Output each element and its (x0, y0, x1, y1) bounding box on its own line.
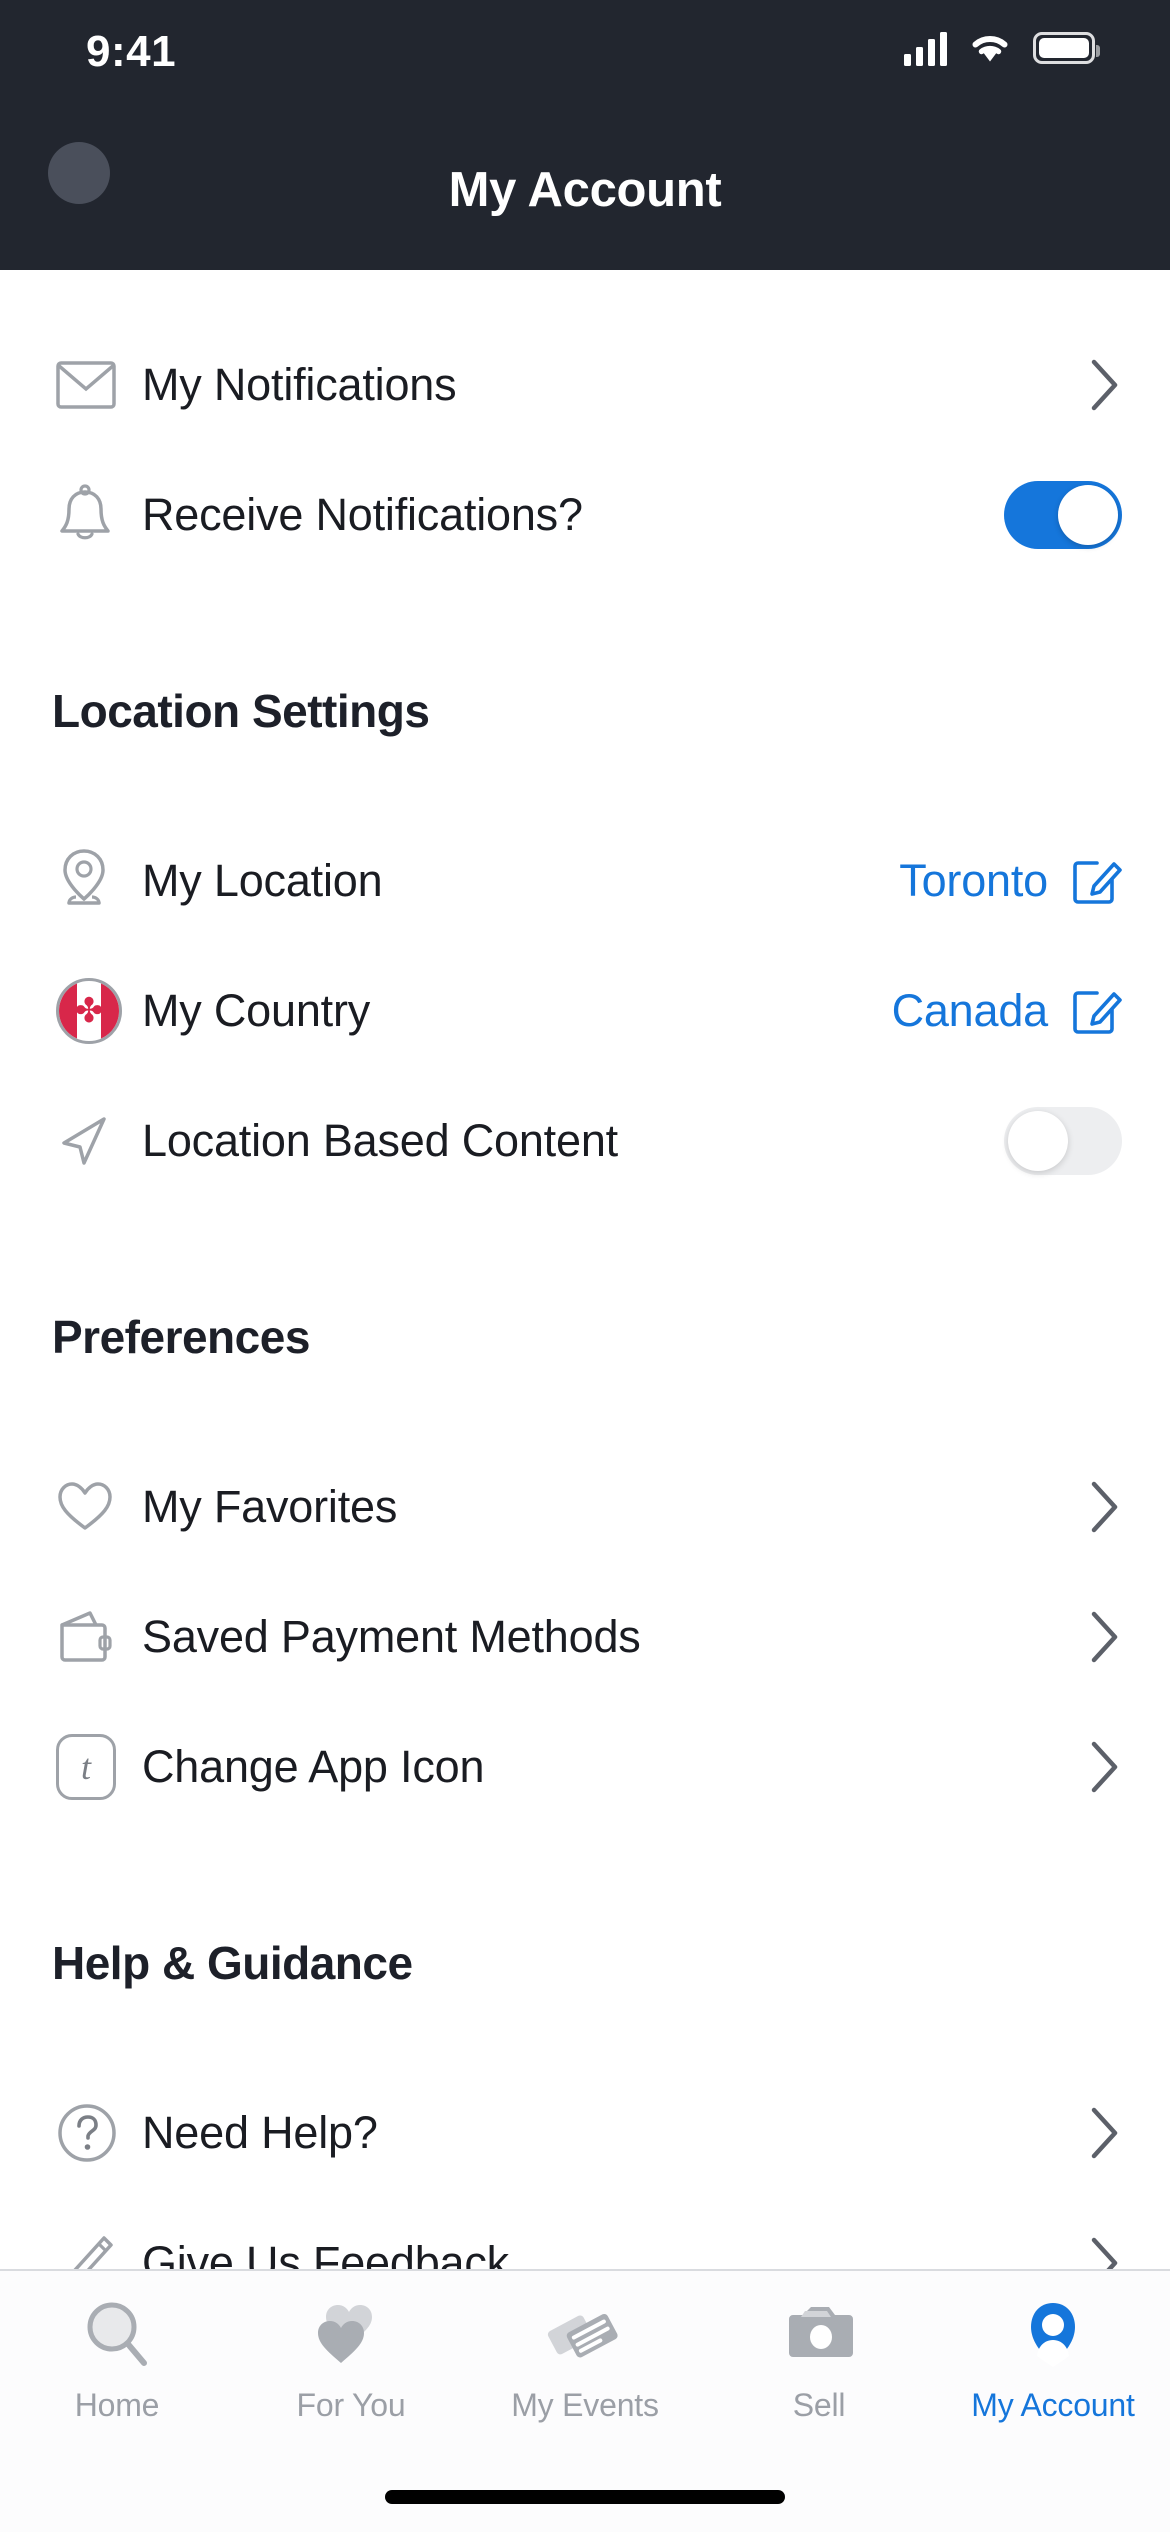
bell-icon (56, 484, 142, 546)
tab-label: My Account (971, 2387, 1135, 2423)
settings-row-receive-notifications[interactable]: Receive Notifications? (0, 450, 1170, 580)
settings-row-label: Saved Payment Methods (142, 1611, 641, 1662)
settings-row-label: Need Help? (142, 2107, 378, 2158)
app-header: 9:41 My Account (0, 0, 1170, 270)
tab-my-account[interactable]: My Account (936, 2271, 1170, 2467)
settings-row-label: My Location (142, 855, 383, 906)
wallet-icon (56, 1609, 142, 1665)
settings-row-label: My Notifications (142, 359, 457, 410)
tab-label: Sell (792, 2387, 846, 2423)
envelope-icon (56, 361, 142, 409)
settings-row-saved-payment-methods[interactable]: Saved Payment Methods (0, 1572, 1170, 1702)
settings-row-label: Location Based Content (142, 1115, 618, 1166)
chevron-right-icon (1088, 2105, 1122, 2161)
app-icon-letter: t (56, 1734, 116, 1800)
settings-row-label: Give Us Feedback (142, 2237, 509, 2269)
my-country-value: Canada (891, 985, 1049, 1036)
settings-row-my-country[interactable]: ✤ My Country Canada (0, 946, 1170, 1076)
section-title-help-guidance: Help & Guidance (52, 1937, 413, 1989)
app-screen: 9:41 My Account My Notifications Receive… (0, 0, 1170, 2532)
tab-for-you[interactable]: For You (234, 2271, 468, 2467)
maple-leaf-glyph: ✤ (74, 992, 104, 1030)
chevron-right-icon (1088, 2235, 1122, 2269)
magnifier-icon (82, 2297, 152, 2373)
receive-notifications-toggle[interactable] (1004, 481, 1122, 549)
section-title-preferences: Preferences (52, 1311, 310, 1363)
heart-icon (56, 1480, 142, 1534)
settings-list: My Notifications Receive Notifications? (0, 270, 1170, 2269)
tab-label: Home (74, 2387, 160, 2423)
pencil-icon (56, 2233, 142, 2269)
status-bar: 9:41 (0, 0, 1170, 110)
tab-home[interactable]: Home (0, 2271, 234, 2467)
tab-label: My Events (511, 2387, 659, 2423)
status-bar-icons (904, 30, 1100, 66)
settings-row-give-us-feedback[interactable]: Give Us Feedback (0, 2198, 1170, 2269)
tab-sell[interactable]: Sell (702, 2271, 936, 2467)
tab-label: For You (296, 2387, 406, 2423)
app-icon-badge: t (56, 1734, 142, 1800)
settings-row-label: Receive Notifications? (142, 489, 583, 540)
wifi-icon (972, 36, 1008, 62)
chevron-right-icon (1088, 1609, 1122, 1665)
home-indicator (385, 2490, 785, 2504)
settings-row-my-favorites[interactable]: My Favorites (0, 1442, 1170, 1572)
section-title-location-settings: Location Settings (52, 685, 430, 737)
settings-row-label: My Favorites (142, 1481, 398, 1532)
nav-bar: My Account (0, 110, 1170, 270)
tickets-icon (546, 2297, 624, 2373)
hearts-icon (314, 2297, 388, 2373)
settings-row-need-help[interactable]: Need Help? (0, 2068, 1170, 2198)
edit-icon[interactable] (1070, 853, 1122, 910)
chevron-right-icon (1088, 1479, 1122, 1535)
battery-icon (1033, 32, 1100, 64)
tab-my-events[interactable]: My Events (468, 2271, 702, 2467)
status-bar-time: 9:41 (86, 27, 177, 76)
page-title: My Account (448, 163, 722, 217)
navigation-arrow-icon (56, 1113, 142, 1169)
person-icon (1018, 2297, 1088, 2373)
camera-icon (781, 2297, 857, 2373)
canada-flag-icon: ✤ (56, 978, 142, 1044)
settings-row-change-app-icon[interactable]: t Change App Icon (0, 1702, 1170, 1832)
map-pin-icon (56, 847, 142, 915)
settings-row-my-notifications[interactable]: My Notifications (0, 320, 1170, 450)
settings-row-location-based-content[interactable]: Location Based Content (0, 1076, 1170, 1206)
bottom-tab-bar: Home For You My Events Sell My Account (0, 2269, 1170, 2532)
question-circle-icon (56, 2102, 142, 2164)
edit-icon[interactable] (1070, 983, 1122, 1040)
cellular-signal-icon (904, 30, 947, 66)
settings-row-label: Change App Icon (142, 1741, 485, 1792)
location-based-content-toggle[interactable] (1004, 1107, 1122, 1175)
settings-row-my-location[interactable]: My Location Toronto (0, 816, 1170, 946)
chevron-right-icon (1088, 357, 1122, 413)
settings-row-label: My Country (142, 985, 371, 1036)
chevron-right-icon (1088, 1739, 1122, 1795)
my-location-value: Toronto (899, 855, 1048, 906)
